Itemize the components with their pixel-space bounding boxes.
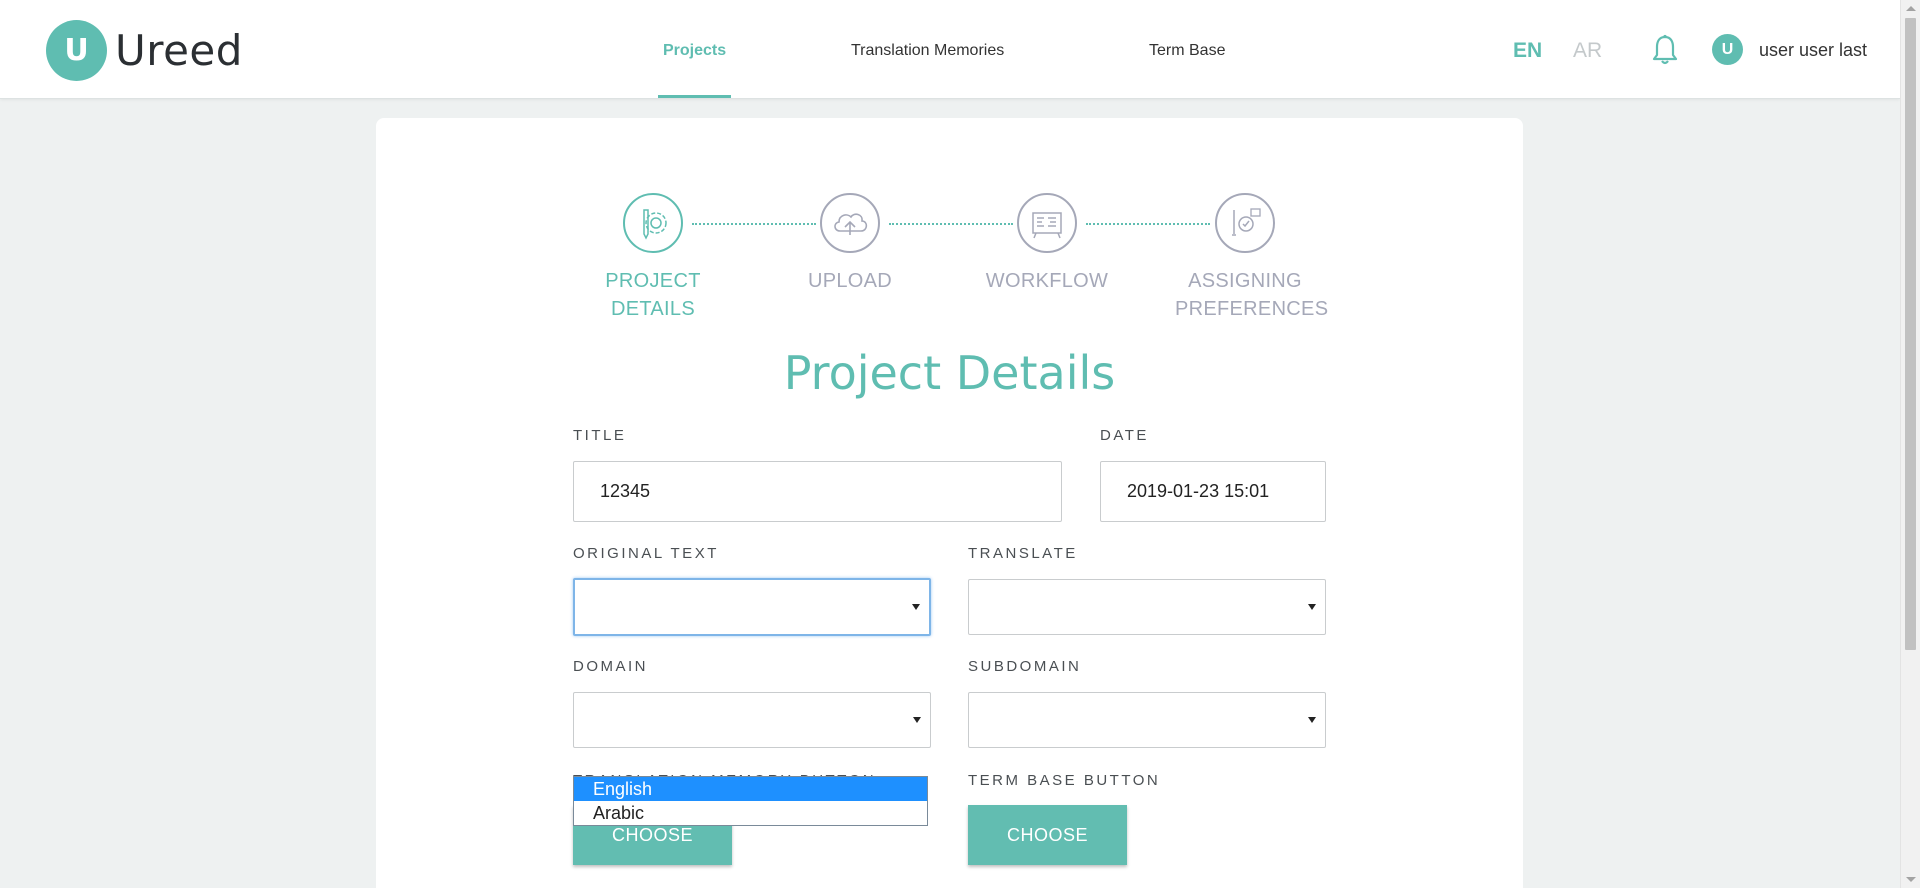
- title-field[interactable]: 12345: [573, 461, 1062, 522]
- ureed-logo[interactable]: U Ureed: [46, 19, 243, 81]
- logo-text: Ureed: [115, 25, 243, 75]
- translate-select[interactable]: [968, 579, 1326, 635]
- domain-label: DOMAIN: [573, 658, 648, 675]
- term-base-button-label: TERM BASE BUTTON: [968, 772, 1161, 789]
- subdomain-select[interactable]: [968, 692, 1326, 748]
- chevron-down-icon: [912, 604, 920, 610]
- username[interactable]: user user last: [1759, 0, 1867, 100]
- bell-icon[interactable]: [1650, 34, 1680, 66]
- page-scrollbar[interactable]: [1900, 0, 1920, 888]
- nav-translation-memories[interactable]: Translation Memories: [851, 0, 1004, 99]
- dropdown-option-english[interactable]: English: [574, 777, 927, 801]
- nav-term-base[interactable]: Term Base: [1149, 0, 1225, 99]
- top-header: U Ureed Projects Translation Memories Te…: [0, 0, 1900, 99]
- lang-ar-toggle[interactable]: AR: [1573, 0, 1602, 99]
- workflow-board-icon: [1017, 193, 1077, 253]
- title-label: TITLE: [573, 427, 627, 444]
- avatar[interactable]: U: [1712, 34, 1743, 65]
- step-label: UPLOAD: [807, 270, 893, 292]
- lang-en-toggle[interactable]: EN: [1513, 0, 1542, 99]
- dropdown-option-arabic[interactable]: Arabic: [574, 801, 927, 825]
- step-label: WORKFLOW: [985, 270, 1109, 292]
- step-upload[interactable]: UPLOAD: [765, 193, 935, 295]
- scroll-thumb[interactable]: [1905, 18, 1916, 650]
- logo-mark-icon: U: [46, 19, 107, 81]
- language-dropdown-list: English Arabic: [573, 776, 928, 826]
- original-text-label: ORIGINAL TEXT: [573, 545, 719, 562]
- gear-pencil-icon: [623, 193, 683, 253]
- chevron-down-icon: [1308, 604, 1316, 610]
- scroll-up-arrow-icon[interactable]: [1906, 6, 1916, 11]
- preferences-icon: [1215, 193, 1275, 253]
- step-workflow[interactable]: WORKFLOW: [962, 193, 1132, 295]
- subdomain-label: SUBDOMAIN: [968, 658, 1082, 675]
- nav-projects[interactable]: Projects: [657, 0, 732, 99]
- step-label: PROJECT DETAILS: [605, 270, 701, 320]
- original-text-select[interactable]: [573, 578, 931, 636]
- term-base-choose-button[interactable]: CHOOSE: [968, 805, 1127, 865]
- domain-select[interactable]: [573, 692, 931, 748]
- step-project-details[interactable]: PROJECT DETAILS: [568, 193, 738, 323]
- translate-label: TRANSLATE: [968, 545, 1078, 562]
- step-label: ASSIGNING PREFERENCES: [1175, 270, 1329, 320]
- scroll-down-arrow-icon[interactable]: [1906, 877, 1916, 882]
- cloud-upload-icon: [820, 193, 880, 253]
- date-field[interactable]: 2019-01-23 15:01: [1100, 461, 1326, 522]
- page-title: Project Details: [783, 346, 1116, 400]
- date-label: DATE: [1100, 427, 1149, 444]
- step-assigning-preferences[interactable]: ASSIGNING PREFERENCES: [1160, 193, 1330, 323]
- chevron-down-icon: [1308, 717, 1316, 723]
- chevron-down-icon: [913, 717, 921, 723]
